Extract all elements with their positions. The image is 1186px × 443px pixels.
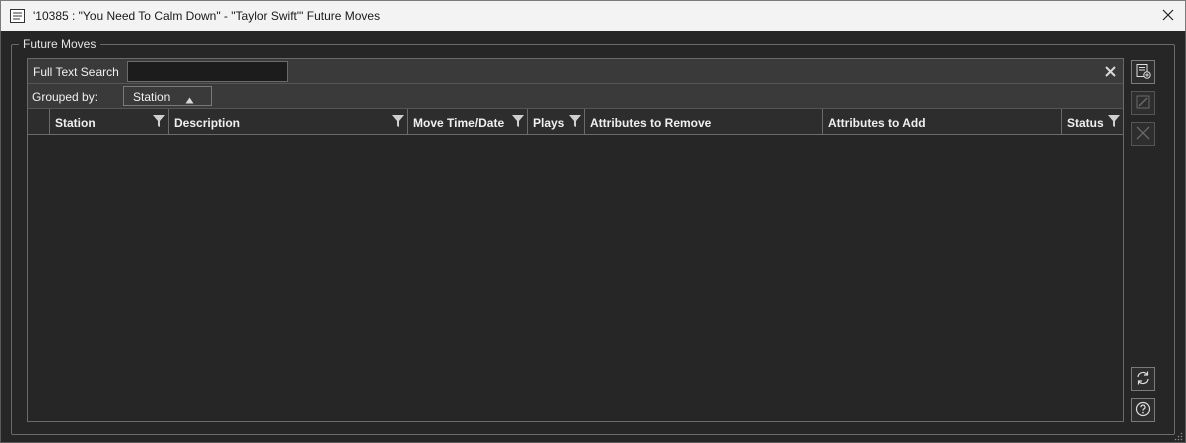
- group-chip-station[interactable]: Station: [123, 86, 212, 106]
- search-label: Full Text Search: [33, 65, 119, 79]
- moves-grid: Full Text Search Grouped by: Station Sta…: [27, 58, 1124, 422]
- group-by-row: Grouped by: Station: [28, 84, 1123, 109]
- help-icon: [1135, 401, 1151, 420]
- column-header-description[interactable]: Description: [169, 109, 408, 134]
- future-moves-group: Future Moves Full Text Search Grouped by…: [11, 37, 1175, 435]
- group-by-label: Grouped by:: [32, 90, 99, 104]
- delete-icon: [1135, 125, 1151, 144]
- delete-move-button[interactable]: [1131, 122, 1155, 146]
- window-body: Future Moves Full Text Search Grouped by…: [0, 31, 1186, 443]
- column-label: Status: [1067, 116, 1104, 130]
- filter-icon[interactable]: [153, 115, 165, 127]
- clear-icon[interactable]: [1103, 64, 1117, 78]
- filter-icon[interactable]: [1108, 115, 1120, 127]
- column-label: Move Time/Date: [413, 116, 505, 130]
- column-header-status[interactable]: Status: [1062, 109, 1124, 134]
- search-input[interactable]: [127, 61, 288, 82]
- row-indicator-header: [28, 109, 50, 134]
- filter-icon[interactable]: [569, 115, 581, 127]
- edit-icon: [1135, 94, 1151, 113]
- column-header-attributes-to-remove[interactable]: Attributes to Remove: [585, 109, 823, 134]
- column-header-move-time-date[interactable]: Move Time/Date: [408, 109, 528, 134]
- search-row: Full Text Search: [28, 59, 1123, 84]
- title-bar: '10385 : "You Need To Calm Down" - "Tayl…: [0, 0, 1186, 31]
- column-header-attributes-to-add[interactable]: Attributes to Add: [823, 109, 1062, 134]
- group-chip-label: Station: [133, 90, 171, 104]
- grid-body[interactable]: [28, 135, 1123, 421]
- resize-grip-icon[interactable]: [1173, 430, 1183, 441]
- help-button[interactable]: [1131, 398, 1155, 422]
- close-window-button[interactable]: [1151, 1, 1185, 31]
- add-document-icon: [1135, 63, 1151, 82]
- column-header-plays[interactable]: Plays: [528, 109, 585, 134]
- column-label: Station: [55, 116, 96, 130]
- add-move-button[interactable]: [1131, 60, 1155, 84]
- column-header-row: Station Description Move Time/Date Plays…: [28, 109, 1124, 135]
- edit-move-button[interactable]: [1131, 91, 1155, 115]
- column-label: Attributes to Remove: [590, 116, 712, 130]
- window-title: '10385 : "You Need To Calm Down" - "Tayl…: [33, 9, 381, 23]
- column-header-station[interactable]: Station: [50, 109, 169, 134]
- refresh-button[interactable]: [1131, 367, 1155, 391]
- sort-ascending-icon: [185, 93, 194, 107]
- group-legend: Future Moves: [19, 37, 101, 51]
- column-label: Plays: [533, 116, 565, 130]
- close-icon: [1162, 9, 1174, 24]
- document-list-icon: [9, 8, 27, 24]
- column-label: Description: [174, 116, 241, 130]
- column-label: Attributes to Add: [828, 116, 926, 130]
- refresh-icon: [1135, 370, 1151, 389]
- filter-icon[interactable]: [512, 115, 524, 127]
- filter-icon[interactable]: [392, 115, 404, 127]
